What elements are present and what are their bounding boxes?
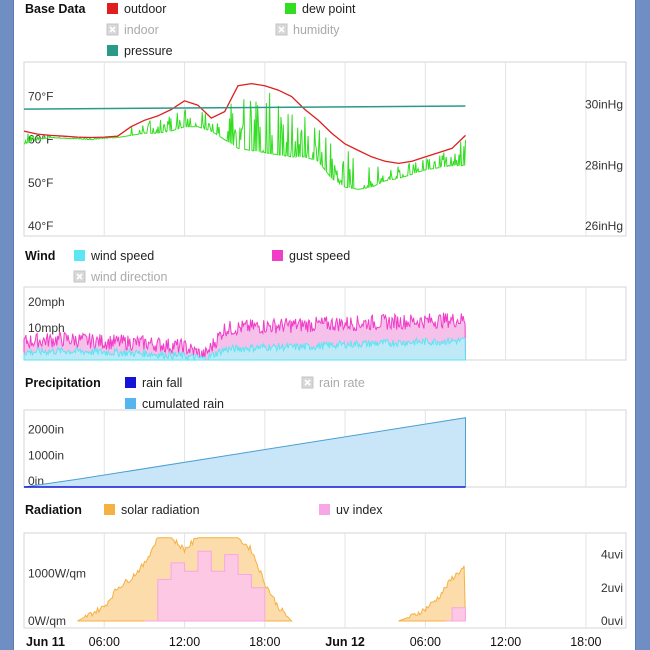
- weather-charts-svg: Base Data outdoor dew point indoor humidity p…: [23, 2, 627, 649]
- legend-swatch: [107, 3, 118, 14]
- legend-swatch: [272, 250, 283, 261]
- panel-1-grid: [23, 61, 627, 237]
- legend-label: outdoor: [124, 2, 166, 16]
- legend-item-outdoor[interactable]: outdoor: [107, 2, 166, 16]
- y-tick-label-right: 30inHg: [585, 98, 623, 112]
- legend-item-cumulated-rain[interactable]: cumulated rain: [125, 397, 224, 411]
- legend-label: wind direction: [90, 270, 167, 284]
- y-tick-label-left: 50°F: [28, 176, 53, 190]
- y-tick-label-right: 28inHg: [585, 158, 623, 172]
- legend-label: rain fall: [142, 376, 182, 390]
- legend-swatch: [107, 45, 118, 56]
- x-tick-label: Jun 12: [325, 635, 365, 649]
- legend-label: gust speed: [289, 249, 350, 263]
- chart-title-base-data: Base Data: [25, 2, 86, 16]
- legend-item-wind-direction[interactable]: wind direction: [73, 270, 167, 284]
- y-tick-label-right: 4uvi: [601, 548, 623, 562]
- x-tick-label: 06:00: [410, 635, 441, 649]
- legend-swatch: [319, 504, 330, 515]
- y-tick-label: 1000in: [28, 448, 64, 462]
- legend-item-solar-radiation[interactable]: solar radiation: [104, 503, 200, 517]
- legend-label: wind speed: [90, 249, 154, 263]
- legend-label: dew point: [302, 2, 356, 16]
- y-tick-label-left: 40°F: [28, 219, 53, 233]
- y-tick-label-left: 0W/qm: [28, 614, 66, 628]
- legend-item-indoor[interactable]: indoor: [106, 23, 159, 37]
- plot-area: [23, 61, 627, 237]
- legend-swatch: [125, 377, 136, 388]
- chart-title-radiation: Radiation: [25, 503, 82, 517]
- x-tick-label: 12:00: [490, 635, 521, 649]
- legend-label: solar radiation: [121, 503, 200, 517]
- legend-swatch: [125, 398, 136, 409]
- legend-item-gust-speed[interactable]: gust speed: [272, 249, 350, 263]
- legend-label: cumulated rain: [142, 397, 224, 411]
- legend-item-humidity[interactable]: humidity: [275, 23, 340, 37]
- legend-item-rain-fall[interactable]: rain fall: [125, 376, 182, 390]
- legend-item-rain-rate[interactable]: rain rate: [301, 376, 365, 390]
- legend-item-uv-index[interactable]: uv index: [319, 503, 383, 517]
- y-tick-label-right: 2uvi: [601, 581, 623, 595]
- x-tick-label: 18:00: [249, 635, 280, 649]
- x-tick-label: 12:00: [169, 635, 200, 649]
- legend-item-pressure[interactable]: pressure: [107, 44, 173, 58]
- legend-swatch: [104, 504, 115, 515]
- y-tick-label: 20mph: [28, 295, 65, 309]
- x-tick-label: 18:00: [570, 635, 601, 649]
- legend-swatch: [285, 3, 296, 14]
- legend-swatch: [74, 250, 85, 261]
- y-tick-label-right: 0uvi: [601, 614, 623, 628]
- legend-item-wind-speed[interactable]: wind speed: [74, 249, 154, 263]
- x-tick-label: 06:00: [89, 635, 120, 649]
- legend-label: rain rate: [319, 376, 365, 390]
- x-tick-label: Jun 11: [26, 635, 65, 649]
- legend-label: indoor: [124, 23, 159, 37]
- chart-title-wind: Wind: [25, 249, 55, 263]
- y-tick-label: 2000in: [28, 423, 64, 437]
- chart-title-precipitation: Precipitation: [25, 376, 101, 390]
- legend-label: humidity: [293, 23, 340, 37]
- legend-label: uv index: [336, 503, 383, 517]
- legend-item-dew-point[interactable]: dew point: [285, 2, 356, 16]
- y-tick-label-right: 26inHg: [585, 219, 623, 233]
- weather-chart-panel: Base Data outdoor dew point indoor humidity p…: [13, 0, 636, 650]
- legend-label: pressure: [124, 44, 173, 58]
- y-tick-label-left: 1000W/qm: [28, 566, 86, 580]
- y-tick-label-left: 70°F: [28, 90, 53, 104]
